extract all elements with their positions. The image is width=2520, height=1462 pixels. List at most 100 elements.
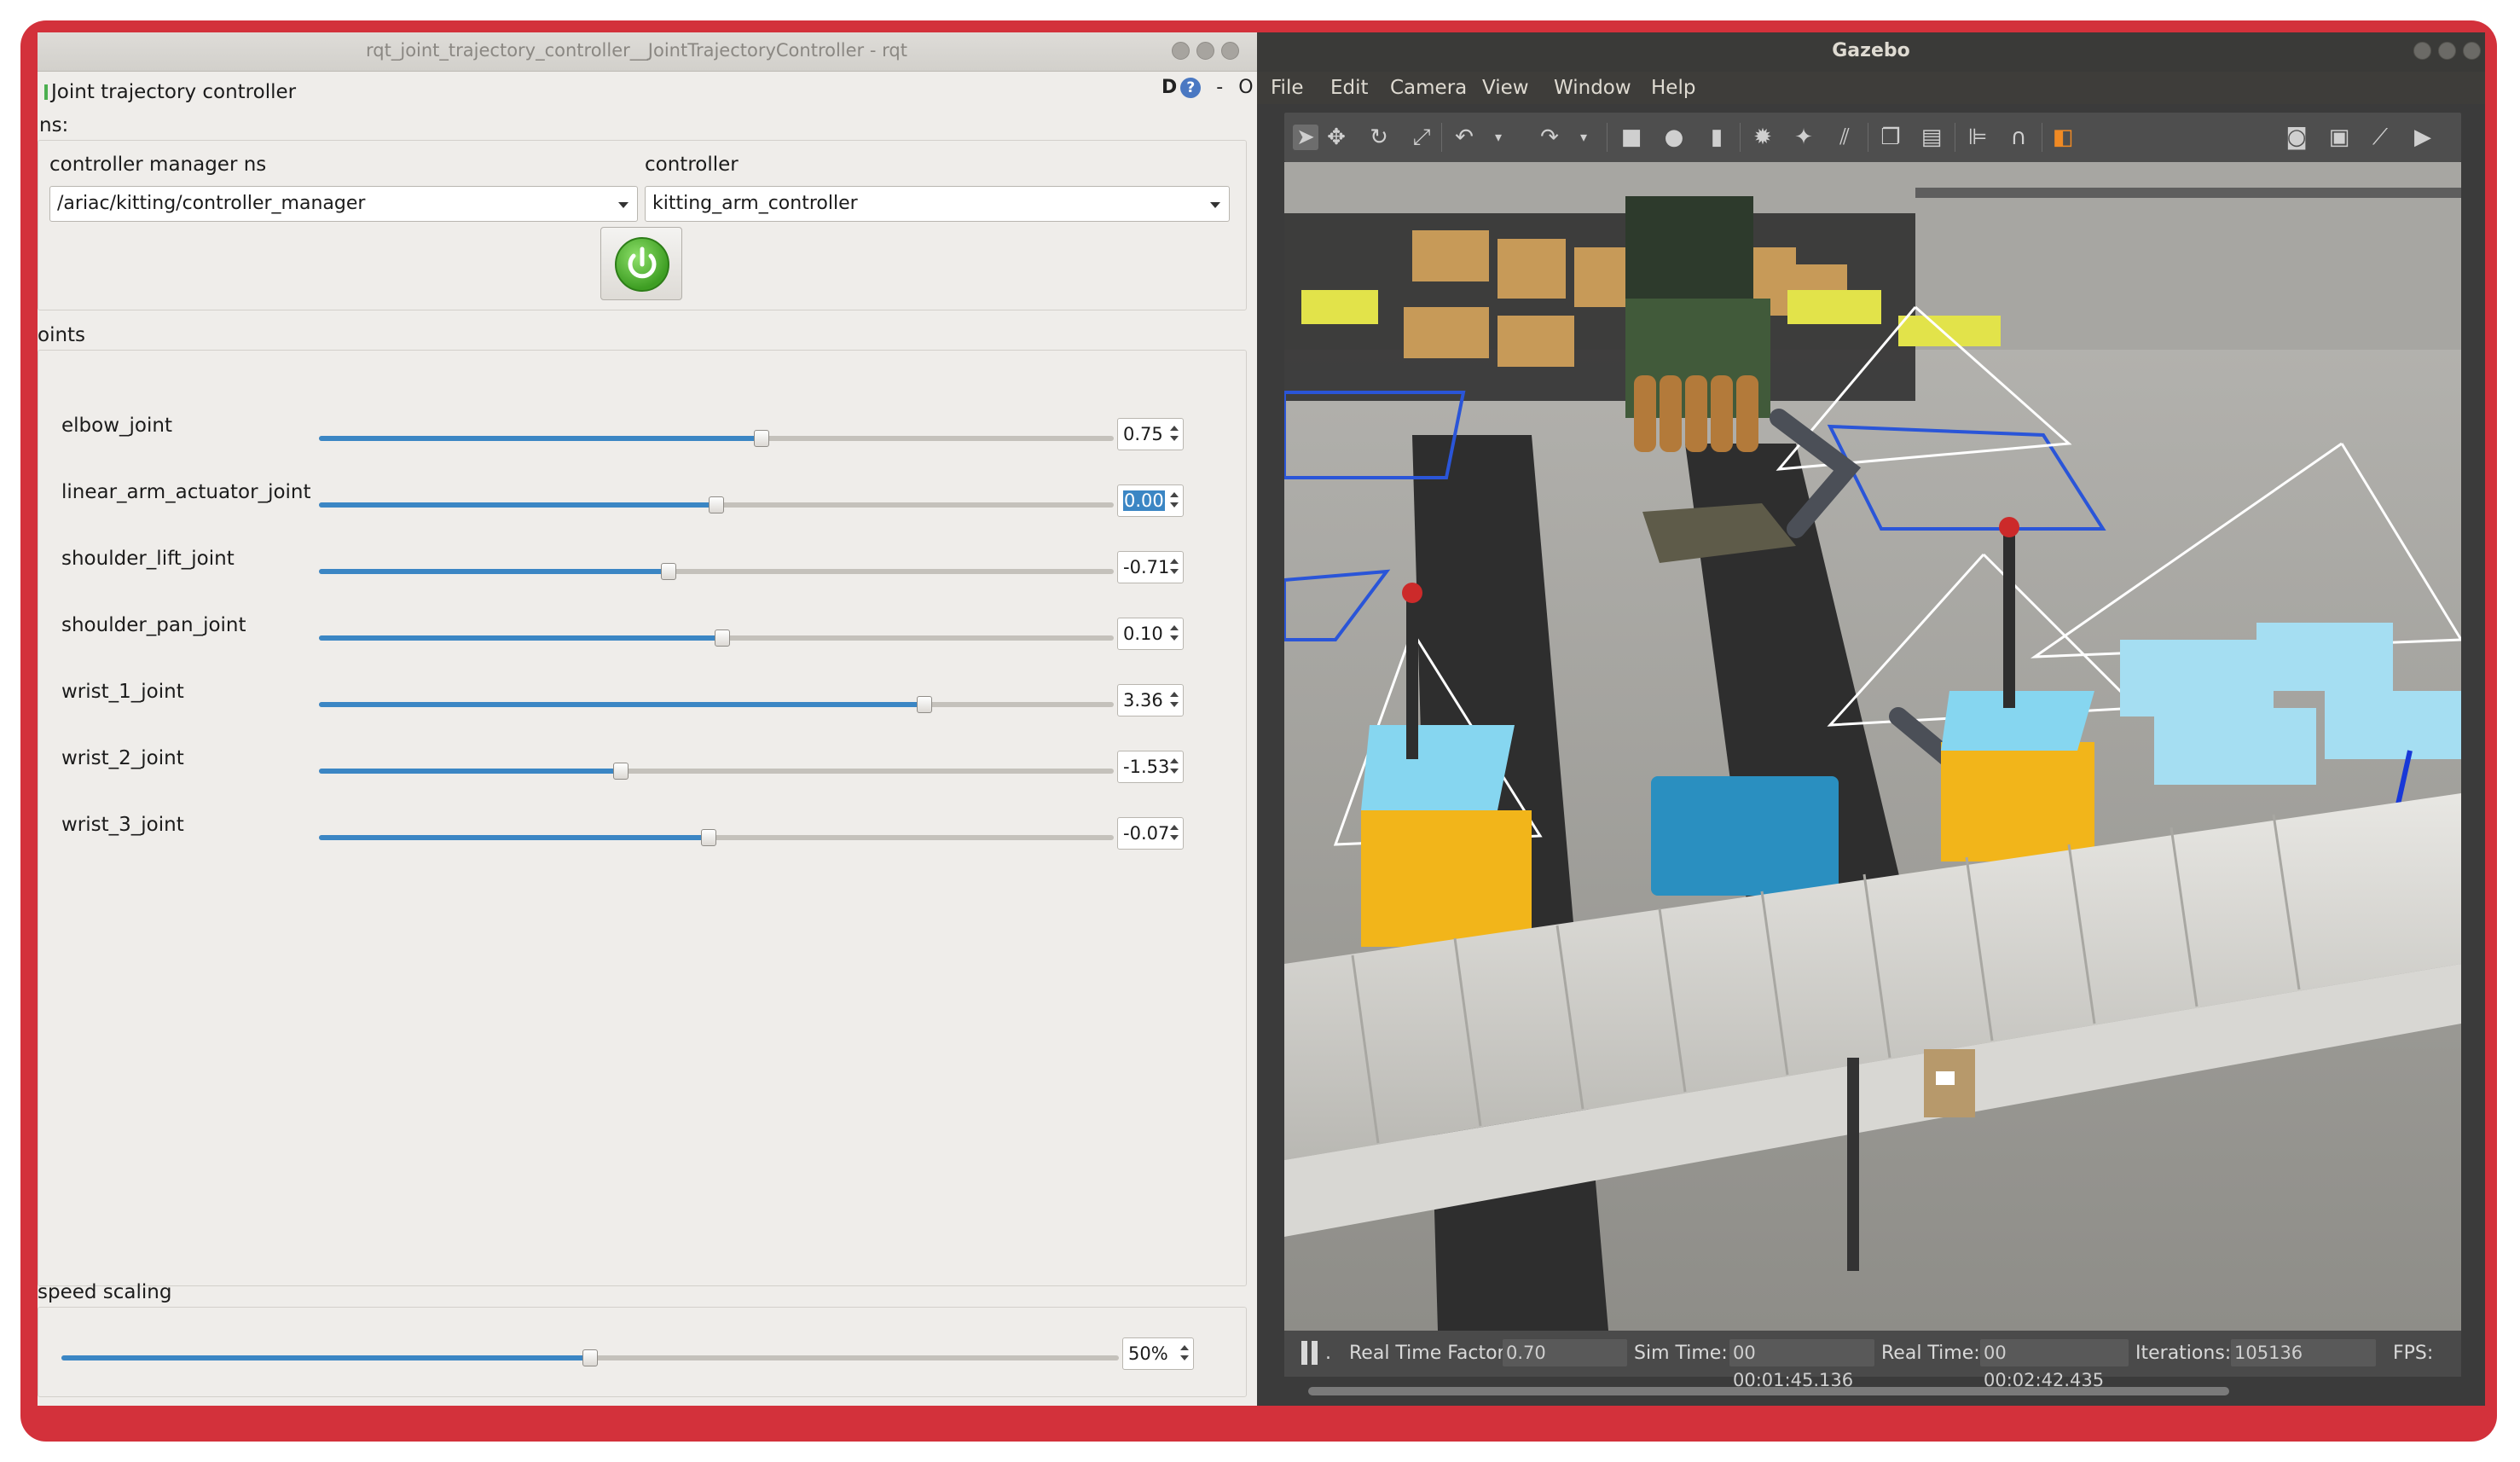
- spin-arrows[interactable]: [1179, 1342, 1190, 1366]
- spin-down-icon[interactable]: [1170, 569, 1179, 574]
- controller-manager-combo[interactable]: /ariac/kitting/controller_manager: [49, 186, 638, 222]
- spin-down-icon[interactable]: [1170, 635, 1179, 641]
- spin-up-icon[interactable]: [1170, 559, 1179, 564]
- redo-icon[interactable]: ↷: [1537, 125, 1562, 150]
- menu-camera[interactable]: Camera: [1390, 77, 1467, 99]
- close-button[interactable]: [2463, 42, 2481, 60]
- spin-down-icon[interactable]: [1180, 1355, 1189, 1360]
- spin-arrows[interactable]: [1169, 622, 1179, 646]
- joint-row: shoulder_pan_joint 0.10: [38, 614, 1257, 665]
- minimize-button[interactable]: [2413, 42, 2431, 60]
- joint-slider-handle[interactable]: [917, 696, 932, 713]
- spin-down-icon[interactable]: [1170, 436, 1179, 441]
- paste-icon[interactable]: ▤: [1919, 125, 1944, 150]
- close-plugin-button[interactable]: O: [1238, 77, 1253, 98]
- joint-value-spinbox[interactable]: 0.10: [1117, 618, 1184, 650]
- joint-slider[interactable]: [319, 569, 1114, 574]
- joint-value-spinbox[interactable]: 0.75: [1117, 418, 1184, 450]
- frame-bottom: [38, 1406, 1257, 1428]
- scene-viewport[interactable]: [1284, 162, 2461, 1331]
- menu-window[interactable]: Window: [1554, 77, 1631, 99]
- joint-slider-handle[interactable]: [613, 763, 629, 780]
- translate-mode-icon[interactable]: ✥: [1324, 125, 1349, 150]
- spin-arrows[interactable]: [1169, 489, 1179, 513]
- spin-arrows[interactable]: [1169, 688, 1179, 712]
- controller-combo[interactable]: kitting_arm_controller: [645, 186, 1230, 222]
- rqt-titlebar[interactable]: rqt_joint_trajectory_controller__JointTr…: [38, 32, 1257, 72]
- gazebo-titlebar[interactable]: Gazebo: [1257, 32, 2485, 72]
- copy-icon[interactable]: ❐: [1878, 125, 1903, 150]
- help-icon[interactable]: ?: [1180, 77, 1202, 98]
- spin-down-icon[interactable]: [1170, 502, 1179, 508]
- menu-file[interactable]: File: [1271, 77, 1304, 99]
- joint-slider-handle[interactable]: [715, 629, 730, 647]
- change-view-angle-icon[interactable]: ◧: [2050, 125, 2076, 150]
- joint-value-spinbox[interactable]: -0.71: [1117, 551, 1184, 583]
- sphere-shape-icon[interactable]: ●: [1661, 125, 1687, 150]
- spin-up-icon[interactable]: [1170, 492, 1179, 497]
- spin-arrows[interactable]: [1169, 555, 1179, 579]
- spin-down-icon[interactable]: [1170, 702, 1179, 707]
- point-light-icon[interactable]: ✹: [1750, 125, 1776, 150]
- spin-arrows[interactable]: [1169, 422, 1179, 446]
- controller-manager-value: /ariac/kitting/controller_manager: [57, 193, 366, 214]
- joint-slider-handle[interactable]: [709, 496, 724, 513]
- joint-slider-handle[interactable]: [754, 430, 769, 447]
- joint-slider-handle[interactable]: [701, 829, 716, 846]
- sim-time-label: Sim Time:: [1634, 1343, 1728, 1364]
- spot-light-icon[interactable]: ✦: [1791, 125, 1816, 150]
- align-icon[interactable]: ⊫: [1965, 125, 1990, 150]
- spin-arrows[interactable]: [1169, 821, 1179, 845]
- screenshot-icon[interactable]: ◙: [2284, 125, 2309, 150]
- dock-button[interactable]: D: [1162, 77, 1177, 98]
- spin-down-icon[interactable]: [1170, 769, 1179, 774]
- undo-icon[interactable]: ↶: [1451, 125, 1477, 150]
- enable-controller-button[interactable]: [600, 227, 682, 300]
- minimize-button[interactable]: [1172, 42, 1190, 60]
- spin-up-icon[interactable]: [1170, 426, 1179, 431]
- maximize-button[interactable]: [2438, 42, 2456, 60]
- maximize-button[interactable]: [1196, 42, 1214, 60]
- menu-view[interactable]: View: [1482, 77, 1529, 99]
- joint-value-spinbox[interactable]: 3.36: [1117, 684, 1184, 716]
- box-shape-icon[interactable]: ■: [1619, 125, 1644, 150]
- joint-value-spinbox[interactable]: -1.53: [1117, 751, 1184, 783]
- undo-history-icon[interactable]: ▾: [1486, 125, 1511, 150]
- spin-down-icon[interactable]: [1170, 835, 1179, 840]
- joint-name: elbow_joint: [61, 415, 172, 437]
- speed-scaling-label: speed scaling: [38, 1281, 172, 1303]
- joint-slider-handle[interactable]: [661, 563, 676, 580]
- spin-up-icon[interactable]: [1170, 692, 1179, 697]
- pause-icon[interactable]: [1300, 1341, 1320, 1365]
- joint-value: 0.75: [1123, 424, 1163, 444]
- speed-scaling-spinbox[interactable]: 50%: [1122, 1337, 1194, 1370]
- spin-up-icon[interactable]: [1180, 1345, 1189, 1350]
- joint-slider[interactable]: [319, 436, 1114, 441]
- redo-history-icon[interactable]: ▾: [1571, 125, 1596, 150]
- menu-help[interactable]: Help: [1651, 77, 1695, 99]
- speed-scaling-handle[interactable]: [582, 1349, 598, 1366]
- joint-slider[interactable]: [319, 702, 1114, 707]
- joint-slider[interactable]: [319, 835, 1114, 840]
- minimize-plugin-button[interactable]: -: [1216, 77, 1223, 98]
- cylinder-shape-icon[interactable]: ▮: [1704, 125, 1729, 150]
- spin-arrows[interactable]: [1169, 755, 1179, 779]
- joint-slider[interactable]: [319, 769, 1114, 774]
- scale-mode-icon[interactable]: ⤢: [1409, 125, 1434, 150]
- rotate-mode-icon[interactable]: ↻: [1366, 125, 1392, 150]
- joint-slider-fill: [319, 569, 669, 574]
- directional-light-icon[interactable]: ⫽: [1832, 125, 1857, 150]
- plot-icon[interactable]: ⟋: [2367, 125, 2393, 150]
- select-mode-icon[interactable]: ➤: [1293, 125, 1318, 150]
- spin-up-icon[interactable]: [1170, 625, 1179, 630]
- close-button[interactable]: [1221, 42, 1239, 60]
- video-record-icon[interactable]: ▶: [2410, 125, 2436, 150]
- spin-up-icon[interactable]: [1170, 825, 1179, 830]
- horizontal-scrollbar[interactable]: [1308, 1387, 2229, 1395]
- spin-up-icon[interactable]: [1170, 758, 1179, 763]
- joint-value-spinbox[interactable]: -0.07: [1117, 817, 1184, 850]
- menu-edit[interactable]: Edit: [1330, 77, 1369, 99]
- joint-value-spinbox[interactable]: 0.00: [1117, 484, 1184, 517]
- log-icon[interactable]: ▣: [2326, 125, 2352, 150]
- snap-icon[interactable]: ∩: [2006, 125, 2031, 150]
